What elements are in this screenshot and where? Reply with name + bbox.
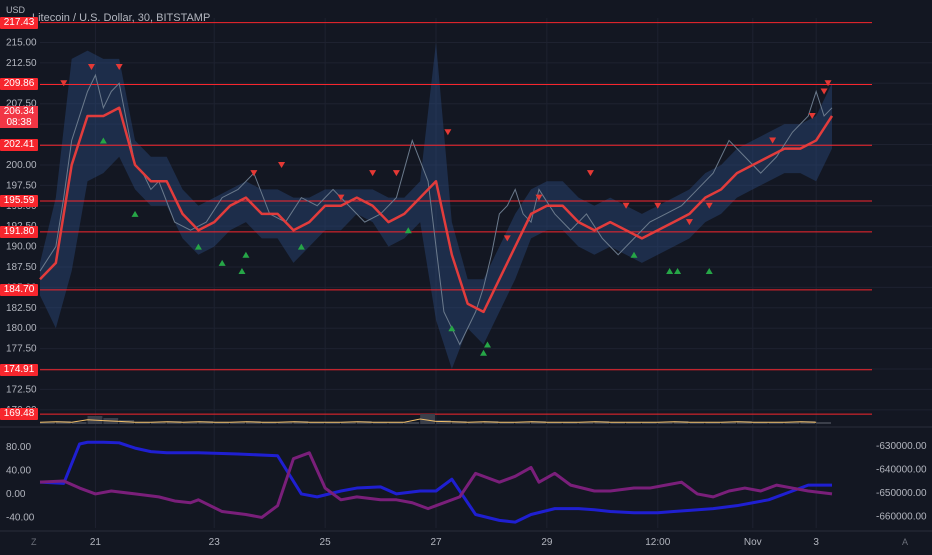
buy-signal-marker xyxy=(705,268,713,275)
level-tag: 174.91 xyxy=(0,363,38,376)
x-tick-label: 27 xyxy=(430,537,442,548)
buy-signal-marker xyxy=(480,349,488,356)
x-tick-label: 12:00 xyxy=(645,537,670,548)
bar-countdown: 08:38 xyxy=(6,117,32,128)
sell-signal-marker xyxy=(820,88,828,95)
level-tag: 202.41 xyxy=(0,139,38,152)
buy-signal-marker xyxy=(238,268,246,275)
log-scale-toggle[interactable]: Z xyxy=(31,537,37,547)
level-tag: 209.86 xyxy=(0,78,38,91)
level-tag: 217.43 xyxy=(0,16,38,29)
auto-scale-toggle[interactable]: A xyxy=(902,537,908,547)
current-price-value: 206.34 xyxy=(3,106,35,117)
x-tick-label: 21 xyxy=(90,537,102,548)
y-tick-label: 190.00 xyxy=(6,242,37,253)
buy-signal-marker xyxy=(674,268,682,275)
bollinger-band-layer xyxy=(40,42,832,370)
x-tick-label: Nov xyxy=(744,537,762,548)
y-tick-label: 187.50 xyxy=(6,262,37,273)
buy-signal-marker xyxy=(218,259,226,266)
x-tick-label: 29 xyxy=(541,537,553,548)
osc-left-tick-label: 40.00 xyxy=(6,465,31,476)
y-tick-label: 180.00 xyxy=(6,323,37,334)
x-tick-label: 3 xyxy=(813,537,819,548)
osc-right-tick-label: -660000.00 xyxy=(876,511,927,522)
buy-signal-marker xyxy=(131,210,139,217)
y-tick-label: 177.50 xyxy=(6,344,37,355)
y-tick-label: 197.50 xyxy=(6,180,37,191)
sell-signal-marker xyxy=(586,170,594,177)
volume-bar xyxy=(404,422,420,424)
osc-right-tick-label: -650000.00 xyxy=(876,488,927,499)
osc-right-tick-label: -630000.00 xyxy=(876,441,927,452)
price-chart-svg[interactable]: 215.00212.50210.00207.50205.00202.50200.… xyxy=(0,0,932,550)
level-tag: 169.48 xyxy=(0,408,38,421)
buy-signal-marker xyxy=(483,341,491,348)
level-tag: 195.59 xyxy=(0,194,38,207)
sell-signal-marker xyxy=(444,129,452,136)
chart-title: Litecoin / U.S. Dollar, 30, BITSTAMP xyxy=(32,12,211,24)
level-tag: 184.70 xyxy=(0,283,38,296)
bollinger-band xyxy=(40,42,832,370)
y-tick-label: 182.50 xyxy=(6,303,37,314)
volume-bar xyxy=(816,422,831,424)
x-tick-label: 23 xyxy=(209,537,221,548)
osc-left-tick-label: 80.00 xyxy=(6,442,31,453)
currency-label: USD xyxy=(6,5,26,15)
buy-signal-marker xyxy=(242,251,250,258)
x-tick-label: 25 xyxy=(320,537,332,548)
current-price-tag: 206.34 08:38 xyxy=(0,106,38,128)
y-tick-label: 200.00 xyxy=(6,160,37,171)
osc-left-tick-label: -40.00 xyxy=(6,512,35,523)
osc-right-tick-label: -640000.00 xyxy=(876,464,927,475)
sell-signal-marker xyxy=(369,170,377,177)
y-tick-label: 172.50 xyxy=(6,384,37,395)
y-tick-label: 215.00 xyxy=(6,37,37,48)
sell-signal-marker xyxy=(392,170,400,177)
buy-signal-marker xyxy=(666,268,674,275)
chart-stage[interactable]: 215.00212.50210.00207.50205.00202.50200.… xyxy=(0,0,932,550)
y-tick-label: 212.50 xyxy=(6,58,37,69)
level-tag: 191.80 xyxy=(0,225,38,238)
osc-left-tick-label: 0.00 xyxy=(6,489,26,500)
